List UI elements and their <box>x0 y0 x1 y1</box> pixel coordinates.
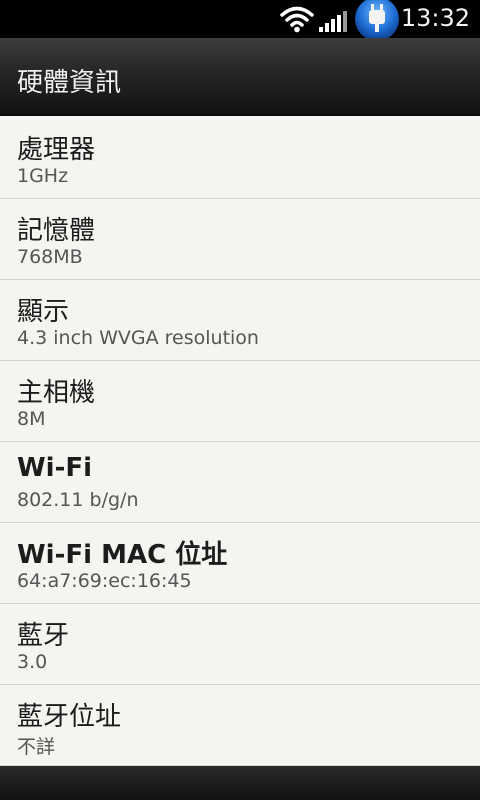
plug-icon <box>355 0 399 38</box>
list-item-wifi[interactable]: Wi-Fi 802.11 b/g/n <box>0 442 480 523</box>
item-label: 藍牙位址 <box>17 702 122 732</box>
list-item-main-camera[interactable]: 主相機 8M <box>0 361 480 442</box>
item-value: 4.3 inch WVGA resolution <box>17 327 259 349</box>
list-item-bluetooth-address[interactable]: 藍牙位址 不詳 <box>0 685 480 766</box>
item-value: 1GHz <box>17 165 69 187</box>
page-title: 硬體資訊 <box>17 68 122 98</box>
list-item-memory[interactable]: 記憶體 768MB <box>0 199 480 280</box>
signal-icon <box>319 11 347 32</box>
item-label: 藍牙 <box>17 621 70 651</box>
list-item-bluetooth[interactable]: 藍牙 3.0 <box>0 604 480 685</box>
list-item-processor[interactable]: 處理器 1GHz <box>0 118 480 199</box>
hardware-info-list: 處理器 1GHz 記憶體 768MB 顯示 4.3 inch WVGA reso… <box>0 118 480 766</box>
item-value: 64:a7:69:ec:16:45 <box>17 570 192 592</box>
item-value: 802.11 b/g/n <box>17 489 139 511</box>
status-bar: 13:32 <box>0 0 480 38</box>
status-time: 13:32 <box>400 4 470 32</box>
title-bar: 硬體資訊 <box>0 38 480 116</box>
wifi-icon <box>280 6 314 33</box>
list-item-display[interactable]: 顯示 4.3 inch WVGA resolution <box>0 280 480 361</box>
item-label: Wi-Fi MAC 位址 <box>17 540 228 570</box>
item-label: 處理器 <box>17 135 96 165</box>
hardware-info-screen: 13:32 硬體資訊 處理器 1GHz 記憶體 768MB 顯示 4.3 inc… <box>0 0 480 800</box>
item-value: 不詳 <box>17 736 56 758</box>
bottom-bar <box>0 766 480 800</box>
item-label: 顯示 <box>17 297 70 327</box>
item-value: 8M <box>17 408 46 430</box>
item-value: 768MB <box>17 246 83 268</box>
item-value: 3.0 <box>17 651 48 673</box>
item-label: 記憶體 <box>17 216 96 246</box>
list-item-wifi-mac[interactable]: Wi-Fi MAC 位址 64:a7:69:ec:16:45 <box>0 523 480 604</box>
item-label: Wi-Fi <box>17 453 93 483</box>
item-label: 主相機 <box>17 378 96 408</box>
